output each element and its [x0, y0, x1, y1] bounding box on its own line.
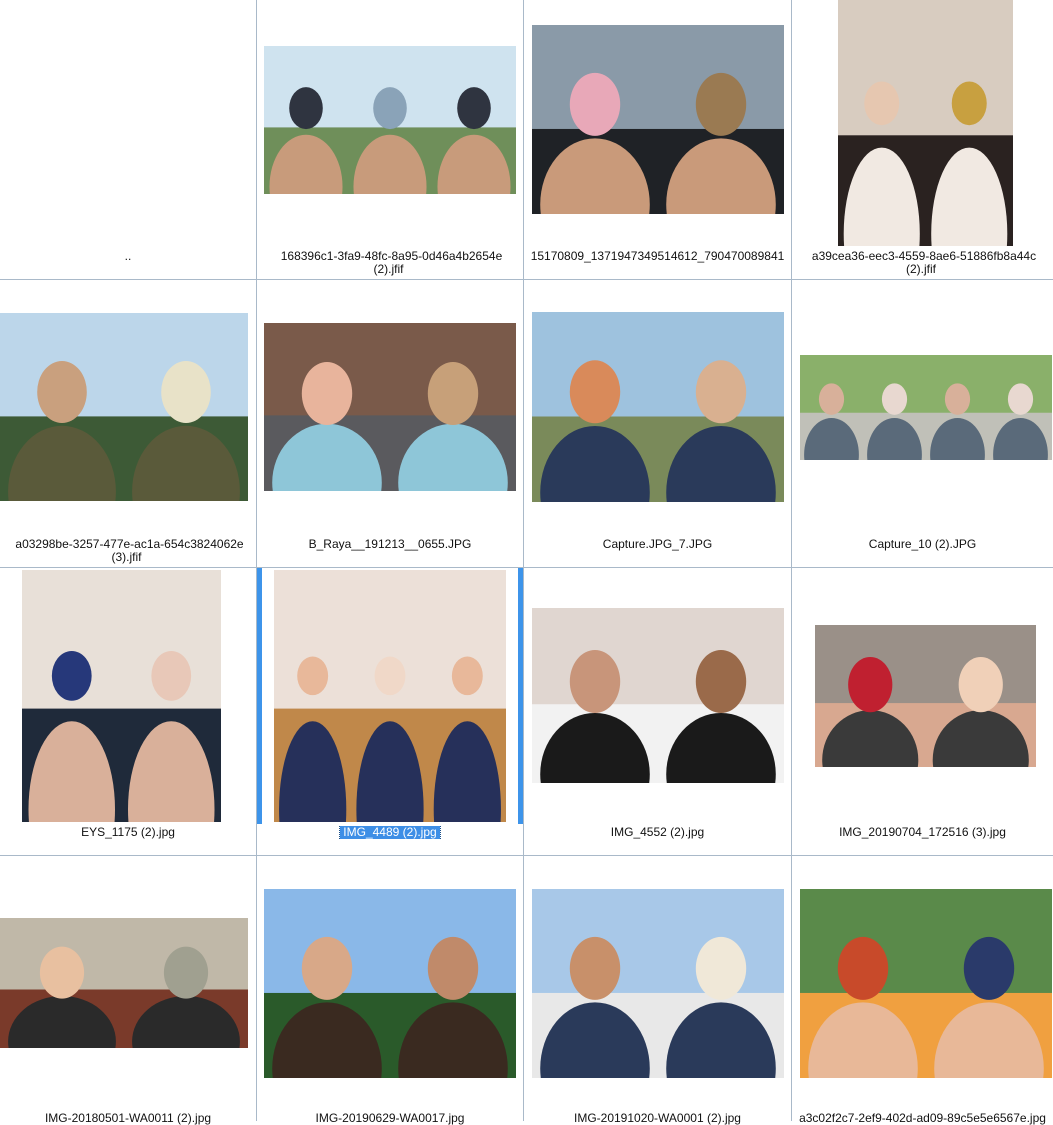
file-name-label: IMG_20190704_172516 (3).jpg — [839, 826, 1006, 839]
file-name-label: B_Raya__191213__0655.JPG — [308, 538, 472, 551]
file-name-label: IMG-20190629-WA0017.jpg — [315, 1112, 465, 1125]
file-name-label: Capture.JPG_7.JPG — [602, 538, 713, 551]
file-name-label: EYS_1175 (2).jpg — [81, 826, 175, 839]
thumbnail-image — [0, 313, 248, 501]
file-thumbnail-item[interactable]: 15170809_1371947349514612_790470089841 — [524, 0, 792, 279]
file-thumbnail-item[interactable]: a03298be-3257-477e-ac1a-654c3824062e (3)… — [0, 280, 257, 567]
file-thumbnail-item[interactable]: Capture_10 (2).JPG — [792, 280, 1053, 567]
file-name-label: 15170809_1371947349514612_790470089841 — [530, 250, 785, 263]
file-thumbnail-item[interactable]: 168396c1-3fa9-48fc-8a95-0d46a4b2654e (2)… — [257, 0, 524, 279]
file-name-label: a3c02f2c7-2ef9-402d-ad09-89c5e5e6567e.jp… — [799, 1112, 1046, 1125]
thumbnail-image — [532, 889, 784, 1078]
file-name-label: a39cea36-eec3-4559-8ae6-51886fb8a44c (2)… — [811, 250, 1037, 276]
file-name-label: IMG-20191020-WA0001 (2).jpg — [574, 1112, 741, 1125]
file-thumbnail-item[interactable]: a3c02f2c7-2ef9-402d-ad09-89c5e5e6567e.jp… — [792, 856, 1053, 1125]
selection-highlight-bar — [518, 568, 523, 824]
file-thumbnail-item[interactable]: IMG-20180501-WA0011 (2).jpg — [0, 856, 257, 1125]
thumbnail-image — [264, 46, 516, 194]
thumbnail-image — [532, 608, 784, 783]
file-name-label: .. — [124, 250, 132, 263]
file-name-label: IMG_4552 (2).jpg — [610, 826, 705, 839]
file-name-label: IMG-20180501-WA0011 (2).jpg — [44, 1112, 212, 1125]
thumbnail-image — [800, 355, 1052, 460]
file-thumbnail-item[interactable]: a39cea36-eec3-4559-8ae6-51886fb8a44c (2)… — [792, 0, 1053, 279]
thumbnail-image — [532, 312, 784, 502]
file-thumbnail-item[interactable]: IMG-20191020-WA0001 (2).jpg — [524, 856, 792, 1125]
selection-highlight-bar — [257, 568, 262, 824]
thumbnail-image — [274, 570, 506, 822]
file-thumbnail-item[interactable]: IMG_4552 (2).jpg — [524, 568, 792, 855]
file-name-label: 168396c1-3fa9-48fc-8a95-0d46a4b2654e (2)… — [280, 250, 503, 276]
thumbnail-grid: .. 168396c1-3fa9-48fc-8a95-0d46a4b2654e (… — [0, 0, 1053, 1125]
thumbnail-image — [264, 323, 516, 491]
thumbnail-image — [532, 25, 784, 214]
thumbnail-image — [815, 625, 1036, 767]
thumbnail-image — [22, 570, 221, 822]
file-thumbnail-item[interactable]: EYS_1175 (2).jpg — [0, 568, 257, 855]
parent-folder-item[interactable]: .. — [0, 0, 257, 279]
file-thumbnail-item[interactable]: Capture.JPG_7.JPG — [524, 280, 792, 567]
thumbnail-image — [838, 0, 1013, 246]
file-name-label: IMG_4489 (2).jpg — [257, 826, 523, 839]
thumbnail-image — [264, 889, 516, 1078]
file-name-label: a03298be-3257-477e-ac1a-654c3824062e (3)… — [15, 538, 244, 564]
file-thumbnail-item[interactable]: IMG-20190629-WA0017.jpg — [257, 856, 524, 1125]
thumbnail-image — [800, 889, 1052, 1078]
file-thumbnail-item[interactable]: IMG_20190704_172516 (3).jpg — [792, 568, 1053, 855]
file-name-label: Capture_10 (2).JPG — [868, 538, 977, 551]
file-thumbnail-item[interactable]: IMG_4489 (2).jpg — [257, 568, 524, 855]
file-thumbnail-item[interactable]: B_Raya__191213__0655.JPG — [257, 280, 524, 567]
thumbnail-image — [0, 918, 248, 1048]
